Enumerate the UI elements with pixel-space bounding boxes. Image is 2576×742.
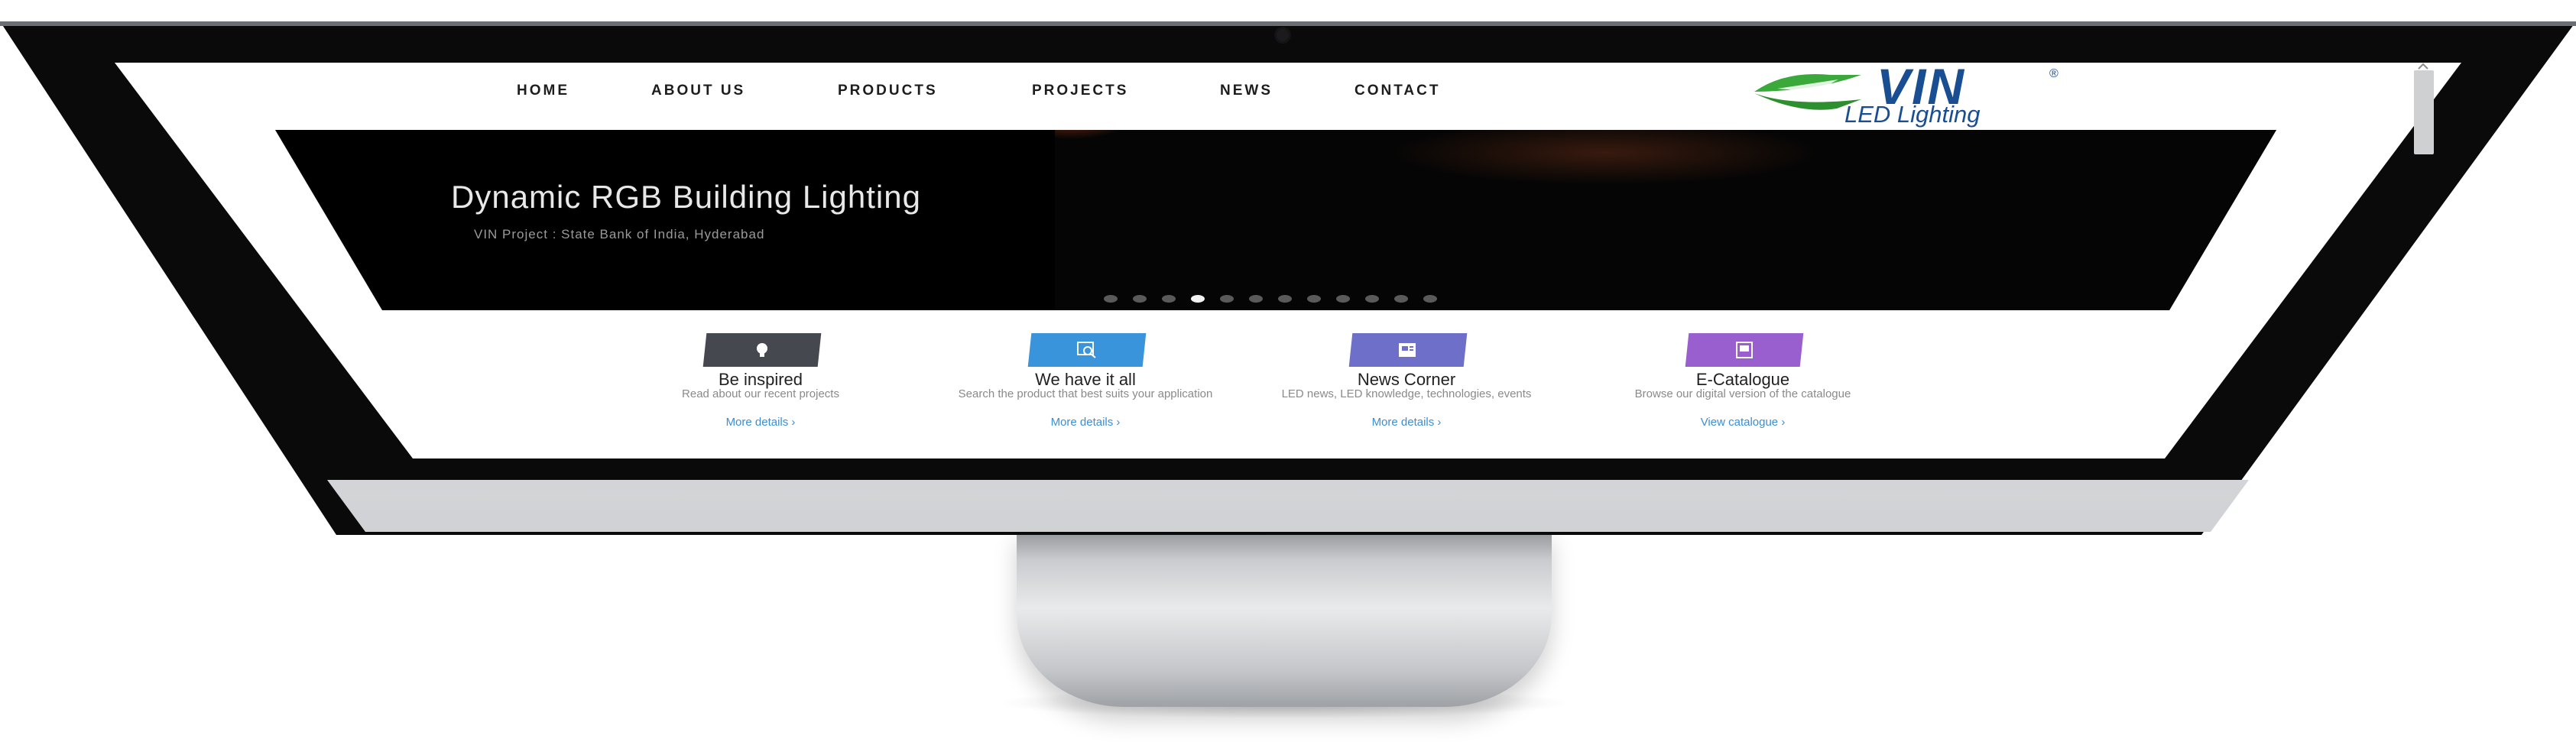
feature-description: Browse our digital version of the catalo… (1634, 387, 1851, 400)
slider-dot[interactable] (1278, 295, 1292, 303)
search-product-icon (1077, 342, 1096, 358)
feature-more-link[interactable]: View catalogue › (1605, 416, 1880, 429)
slider-dot[interactable] (1220, 295, 1234, 303)
slider-dot[interactable] (1249, 295, 1263, 303)
feature-more-link[interactable]: More details › (948, 416, 1223, 429)
lightbulb-icon (757, 343, 767, 357)
nav-contact[interactable]: CONTACT (1355, 83, 1440, 99)
feature-more-link[interactable]: More details › (1269, 416, 1544, 429)
news-icon (1399, 343, 1416, 357)
nav-projects[interactable]: PROJECTS (1032, 83, 1128, 99)
nav-home[interactable]: HOME (517, 83, 569, 99)
slider-dot[interactable] (1394, 295, 1408, 303)
hero-building-photo (1055, 130, 2276, 310)
slider-dot[interactable] (1104, 295, 1118, 303)
site-logo[interactable]: VIN ® LED Lighting (1747, 61, 2075, 128)
hero-title: Dynamic RGB Building Lighting (451, 179, 921, 215)
slider-dot[interactable] (1191, 295, 1205, 303)
nav-news[interactable]: NEWS (1220, 83, 1273, 99)
slider-dot[interactable] (1162, 295, 1176, 303)
slider-dot[interactable] (1423, 295, 1437, 303)
hero-caption: VIN Project : State Bank of India, Hyder… (474, 227, 765, 241)
slider-dot[interactable] (1133, 295, 1147, 303)
monitor-stand (1017, 527, 1552, 707)
slider-dot[interactable] (1307, 295, 1321, 303)
nav-about-us[interactable]: ABOUT US (651, 83, 745, 99)
webcam (1277, 29, 1289, 41)
feature-more-link[interactable]: More details › (623, 416, 898, 429)
catalogue-icon (1736, 342, 1753, 358)
feature-description: Search the product that best suits your … (958, 387, 1213, 400)
feature-description: LED news, LED knowledge, technologies, e… (1281, 387, 1532, 400)
slider-dot[interactable] (1365, 295, 1379, 303)
scroll-up-icon[interactable] (2415, 63, 2431, 70)
slider-dot[interactable] (1336, 295, 1350, 303)
nav-products[interactable]: PRODUCTS (838, 83, 938, 99)
logo-registered-mark: ® (2049, 67, 2059, 80)
scrollbar-thumb[interactable] (2414, 70, 2434, 154)
main-navigation: HOME ABOUT US PRODUCTS PROJECTS NEWS CON… (0, 83, 2576, 105)
feature-description: Read about our recent projects (682, 387, 839, 400)
logo-tagline: LED Lighting (1844, 101, 1981, 128)
